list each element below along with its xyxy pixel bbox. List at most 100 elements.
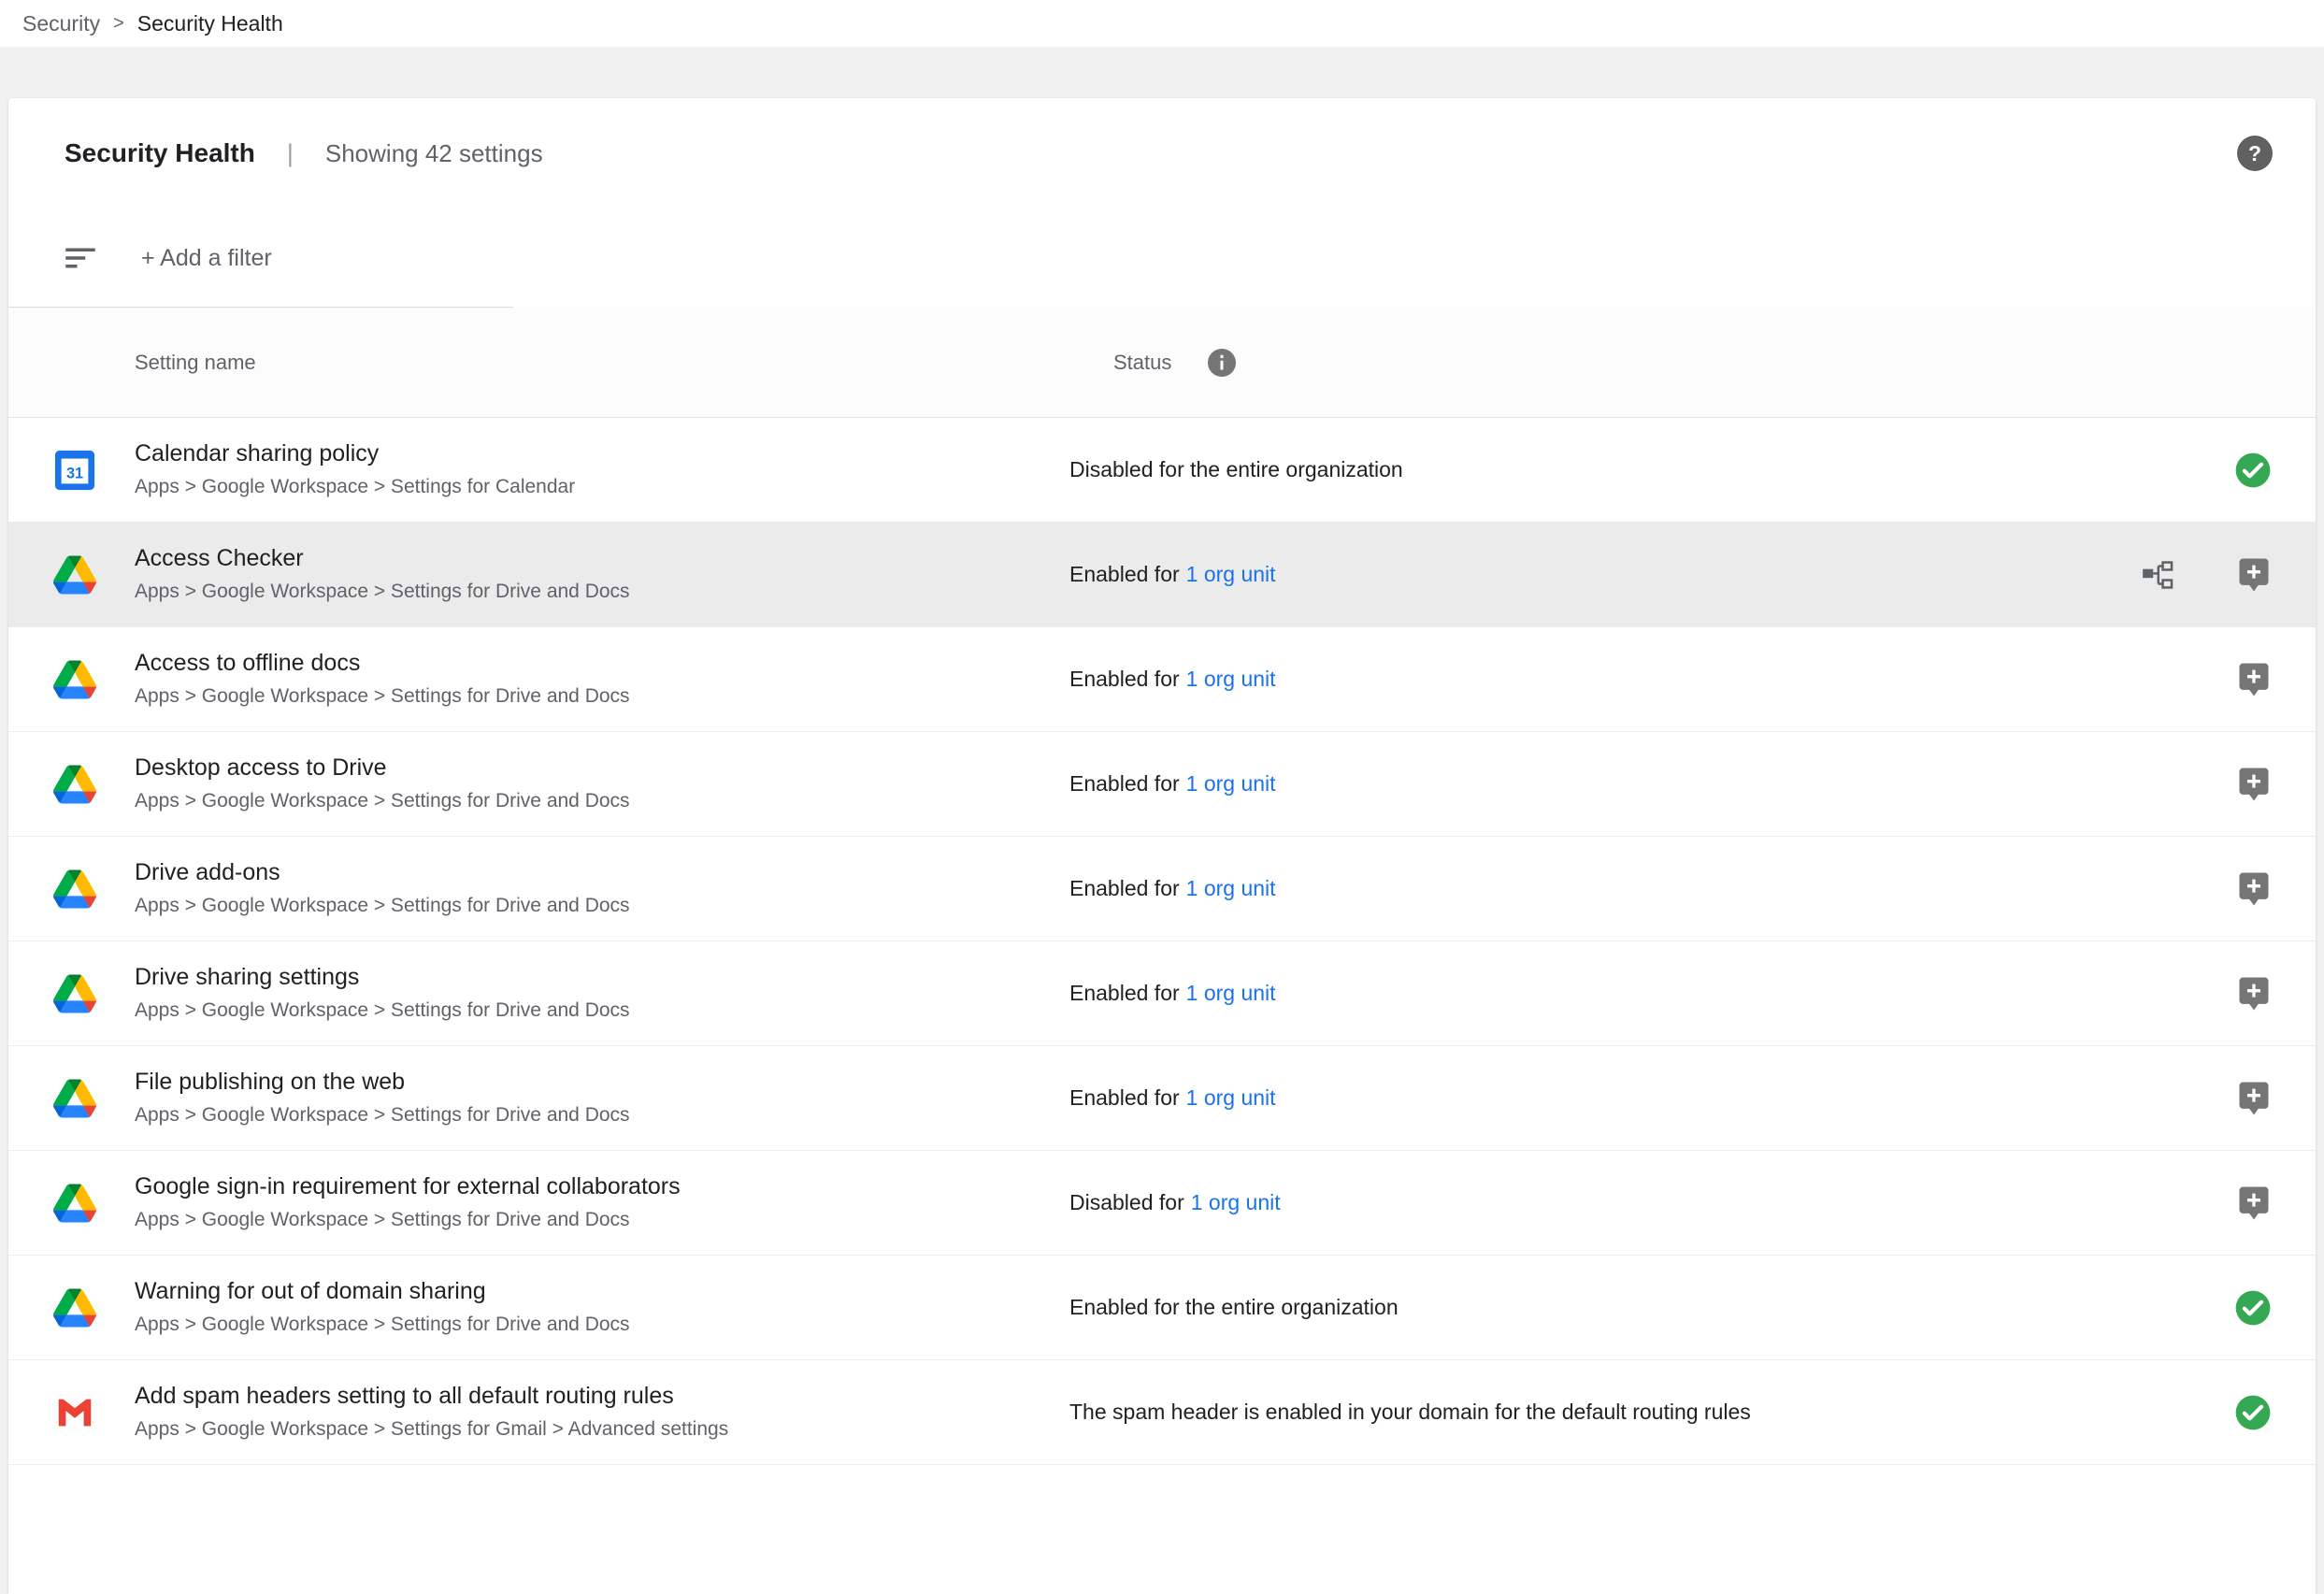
table-row[interactable]: Drive sharing settings Apps > Google Wor… [8, 941, 2316, 1046]
table-row[interactable]: Access to offline docs Apps > Google Wor… [8, 627, 2316, 732]
table-row[interactable]: Drive add-ons Apps > Google Workspace > … [8, 837, 2316, 941]
status-link[interactable]: 1 org unit [1186, 667, 1276, 691]
setting-path: Apps > Google Workspace > Settings for D… [135, 1104, 1069, 1127]
setting-name-cell: Calendar sharing policy Apps > Google Wo… [135, 441, 1069, 498]
setting-path: Apps > Google Workspace > Settings for G… [135, 1418, 1069, 1441]
org-units-icon [2140, 557, 2175, 593]
setting-path: Apps > Google Workspace > Settings for D… [135, 1314, 1069, 1336]
setting-name: Google sign-in requirement for external … [135, 1174, 1069, 1200]
recommendation-badge-icon[interactable] [2235, 661, 2273, 698]
status-cell: Enabled for1 org unit [1069, 981, 1276, 1006]
recommendation-badge-icon[interactable] [2235, 766, 2273, 803]
table-header: Setting name Status [8, 308, 2316, 418]
table-row[interactable]: File publishing on the web Apps > Google… [8, 1046, 2316, 1151]
settings-count: Showing 42 settings [325, 139, 543, 168]
status-text: Enabled for [1069, 981, 1180, 1005]
drive-icon [53, 868, 96, 911]
row-actions [2233, 1288, 2273, 1328]
setting-name: Calendar sharing policy [135, 441, 1069, 467]
setting-app-icon-cell [53, 1077, 96, 1120]
column-status-label: Status [1113, 351, 1171, 375]
setting-path: Apps > Google Workspace > Settings for D… [135, 685, 1069, 708]
recommendation-badge-icon[interactable] [2235, 1080, 2273, 1117]
setting-name: Access Checker [135, 546, 1069, 572]
status-cell: Disabled for1 org unit [1069, 1190, 1281, 1215]
breadcrumb: Security > Security Health [0, 0, 2324, 47]
row-actions [2235, 661, 2273, 698]
title-divider: | [287, 139, 294, 168]
setting-app-icon-cell [53, 1391, 96, 1434]
filter-bar: + Add a filter [8, 208, 2316, 308]
drive-icon [53, 763, 96, 806]
status-text: Enabled for the entire organization [1069, 1295, 1399, 1319]
table-row[interactable]: Desktop access to Drive Apps > Google Wo… [8, 732, 2316, 837]
row-actions [2235, 870, 2273, 908]
setting-name: Access to offline docs [135, 651, 1069, 677]
recommendation-badge-icon[interactable] [2235, 870, 2273, 908]
table-row[interactable]: Warning for out of domain sharing Apps >… [8, 1256, 2316, 1360]
status-link[interactable]: 1 org unit [1186, 562, 1276, 586]
breadcrumb-parent[interactable]: Security [22, 11, 100, 36]
breadcrumb-separator: > [113, 13, 124, 35]
setting-name: Drive sharing settings [135, 965, 1069, 991]
drive-icon [53, 658, 96, 701]
drive-icon [53, 1286, 96, 1329]
status-link[interactable]: 1 org unit [1186, 1085, 1276, 1110]
setting-name-cell: Add spam headers setting to all default … [135, 1384, 1069, 1441]
setting-path: Apps > Google Workspace > Settings for D… [135, 1209, 1069, 1231]
row-actions [2233, 1393, 2273, 1432]
setting-name: Warning for out of domain sharing [135, 1279, 1069, 1305]
status-cell: Enabled for1 org unit [1069, 562, 1276, 587]
setting-app-icon-cell [53, 763, 96, 806]
row-actions [2235, 1185, 2273, 1222]
setting-app-icon-cell [53, 868, 96, 911]
recommendation-badge-icon[interactable] [2235, 556, 2273, 594]
status-link[interactable]: 1 org unit [1191, 1190, 1281, 1214]
drive-icon [53, 1077, 96, 1120]
table-row[interactable]: Add spam headers setting to all default … [8, 1360, 2316, 1465]
status-cell: Enabled for1 org unit [1069, 876, 1276, 901]
setting-app-icon-cell: 31 [53, 449, 96, 492]
status-text: Enabled for [1069, 667, 1180, 691]
status-text: Enabled for [1069, 1085, 1180, 1110]
setting-name: Desktop access to Drive [135, 755, 1069, 782]
status-text: Enabled for [1069, 562, 1180, 586]
filter-sort-icon[interactable] [61, 238, 100, 278]
table-row[interactable]: 31 Calendar sharing policy Apps > Google… [8, 418, 2316, 523]
status-text: The spam header is enabled in your domai… [1069, 1400, 1751, 1424]
help-icon[interactable]: ? [2237, 136, 2273, 171]
breadcrumb-current: Security Health [137, 11, 283, 36]
card-header: Security Health | Showing 42 settings ? [8, 98, 2316, 208]
setting-app-icon-cell [53, 553, 96, 596]
status-text: Enabled for [1069, 876, 1180, 900]
setting-path: Apps > Google Workspace > Settings for D… [135, 581, 1069, 603]
status-link[interactable]: 1 org unit [1186, 876, 1276, 900]
calendar-icon: 31 [53, 449, 96, 492]
row-actions [2235, 766, 2273, 803]
setting-name: Drive add-ons [135, 860, 1069, 886]
recommendation-badge-icon[interactable] [2235, 1185, 2273, 1222]
setting-app-icon-cell [53, 658, 96, 701]
setting-app-icon-cell [53, 972, 96, 1015]
setting-name-cell: Drive add-ons Apps > Google Workspace > … [135, 860, 1069, 917]
row-actions [2233, 451, 2273, 490]
setting-name-cell: File publishing on the web Apps > Google… [135, 1070, 1069, 1127]
table-row[interactable]: Google sign-in requirement for external … [8, 1151, 2316, 1256]
row-actions [2140, 556, 2273, 594]
add-filter-button[interactable]: + Add a filter [141, 245, 272, 272]
drive-icon [53, 553, 96, 596]
column-setting-name: Setting name [135, 351, 256, 375]
setting-path: Apps > Google Workspace > Settings for D… [135, 895, 1069, 917]
setting-name-cell: Drive sharing settings Apps > Google Wor… [135, 965, 1069, 1022]
info-icon[interactable] [1205, 346, 1239, 380]
setting-app-icon-cell [53, 1182, 96, 1225]
row-actions [2235, 975, 2273, 1012]
status-link[interactable]: 1 org unit [1186, 981, 1276, 1005]
table-row[interactable]: Access Checker Apps > Google Workspace >… [8, 523, 2316, 627]
status-link[interactable]: 1 org unit [1186, 771, 1276, 796]
recommendation-badge-icon[interactable] [2235, 975, 2273, 1012]
setting-name-cell: Access to offline docs Apps > Google Wor… [135, 651, 1069, 708]
drive-icon [53, 972, 96, 1015]
status-ok-icon [2233, 1393, 2273, 1432]
status-cell: Enabled for1 org unit [1069, 667, 1276, 692]
